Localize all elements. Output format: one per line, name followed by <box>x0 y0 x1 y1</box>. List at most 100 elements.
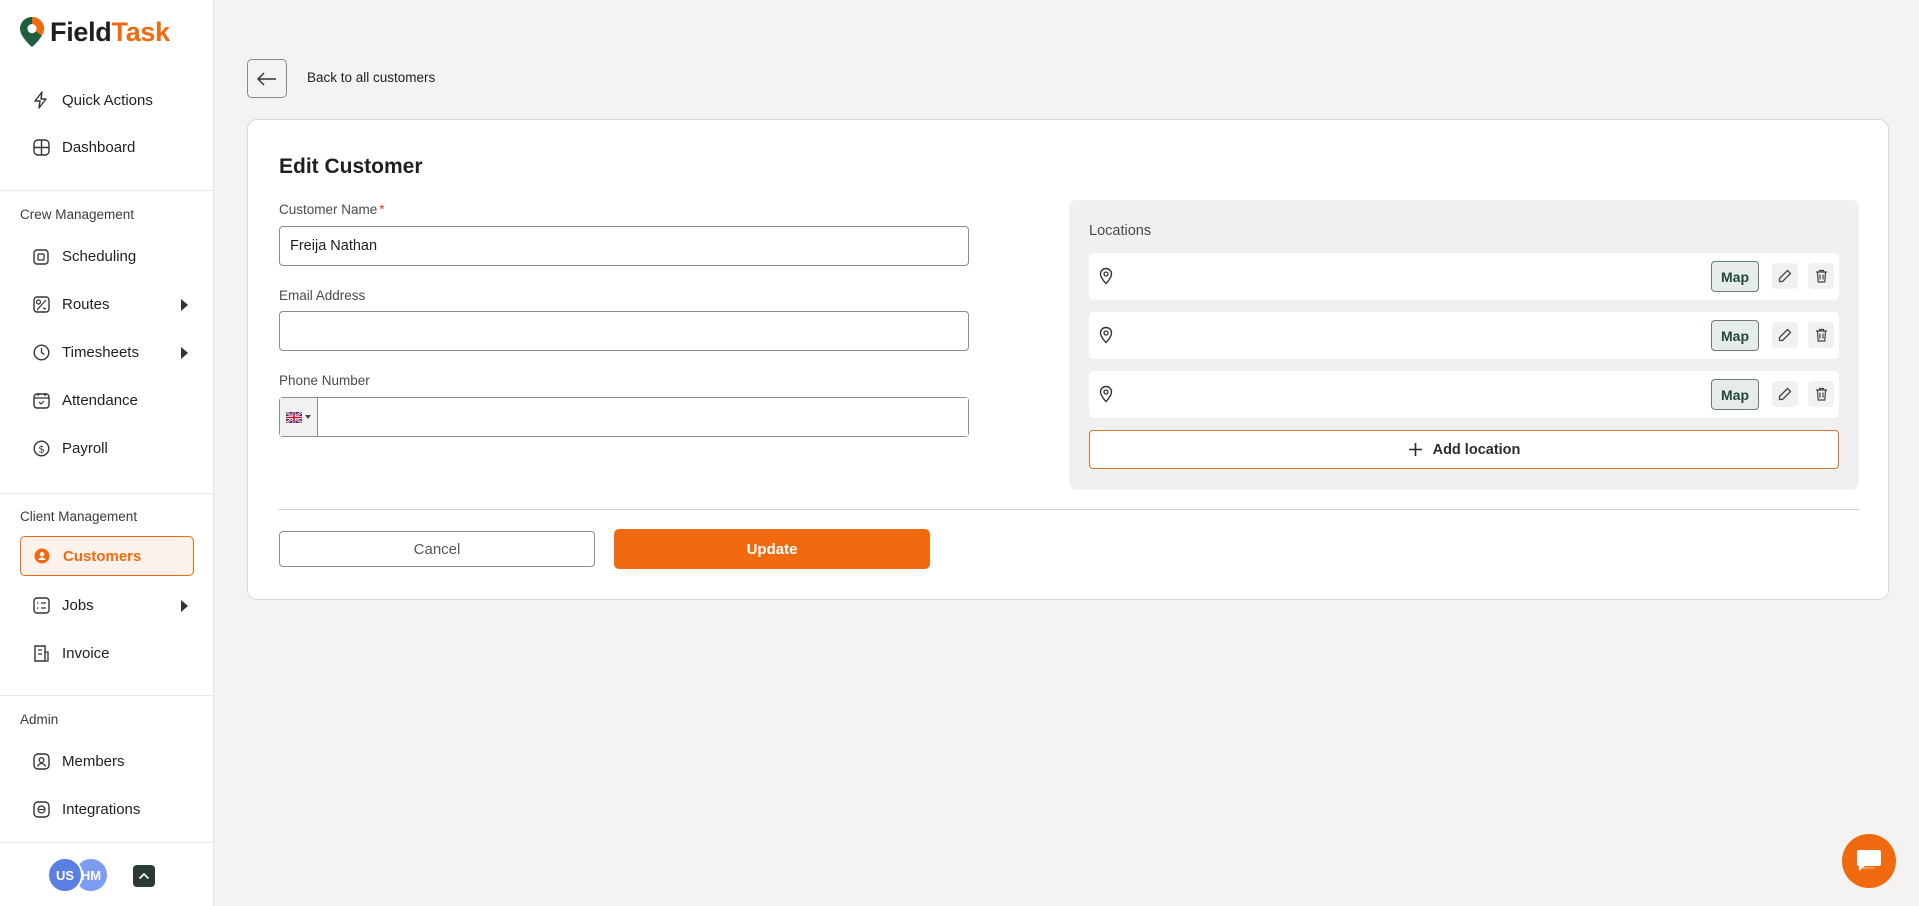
nav-invoice[interactable]: Invoice <box>20 634 194 672</box>
customer-name-input[interactable] <box>279 226 969 266</box>
cancel-button[interactable]: Cancel <box>279 531 595 567</box>
expand-caret-icon[interactable] <box>181 600 188 612</box>
nav-label: Customers <box>63 547 142 565</box>
trash-icon <box>1815 387 1827 401</box>
required-asterisk: * <box>379 202 385 217</box>
nav-label: Integrations <box>62 800 141 818</box>
pencil-icon <box>1778 269 1792 283</box>
dollar-icon: $ <box>32 439 50 457</box>
plus-icon <box>1408 443 1422 456</box>
location-row: Map <box>1089 253 1839 300</box>
edit-location-button[interactable] <box>1772 322 1798 348</box>
map-button[interactable]: Map <box>1711 379 1759 410</box>
nav-timesheets[interactable]: Timesheets <box>20 333 194 371</box>
arrow-left-icon <box>257 71 276 86</box>
integrations-icon <box>32 800 50 818</box>
chat-button[interactable] <box>1842 834 1896 888</box>
caret-down-icon <box>305 415 311 419</box>
map-pin-icon <box>1099 267 1113 285</box>
nav-label: Routes <box>62 295 110 313</box>
nav-label: Jobs <box>62 596 94 614</box>
nav-payroll[interactable]: $ Payroll <box>20 429 194 467</box>
route-icon <box>32 295 50 313</box>
nav-jobs[interactable]: Jobs <box>20 586 194 624</box>
delete-location-button[interactable] <box>1808 381 1834 407</box>
pencil-icon <box>1778 328 1792 342</box>
nav-members[interactable]: Members <box>20 742 194 780</box>
map-pin-icon <box>1099 385 1113 403</box>
phone-input[interactable] <box>318 398 968 436</box>
nav-label: Dashboard <box>62 138 136 156</box>
sidebar-divider <box>0 190 214 191</box>
update-button[interactable]: Update <box>614 529 930 569</box>
logo-text: FieldTask <box>50 16 170 47</box>
sidebar-divider <box>0 493 214 494</box>
sidebar-divider <box>0 695 214 696</box>
add-location-label: Add location <box>1432 441 1521 458</box>
edit-customer-card: Edit Customer Customer Name* Email Addre… <box>247 119 1889 600</box>
nav-label: Quick Actions <box>62 91 153 109</box>
clock-icon <box>32 343 50 361</box>
expand-caret-icon[interactable] <box>181 299 188 311</box>
edit-location-button[interactable] <box>1772 263 1798 289</box>
nav-attendance[interactable]: Attendance <box>20 381 194 419</box>
customer-icon <box>33 547 51 565</box>
map-button[interactable]: Map <box>1711 320 1759 351</box>
delete-location-button[interactable] <box>1808 263 1834 289</box>
checklist-icon <box>32 596 50 614</box>
nav-routes[interactable]: Routes <box>20 285 194 323</box>
nav-scheduling[interactable]: Scheduling <box>20 237 194 275</box>
add-location-button[interactable]: Add location <box>1089 430 1839 469</box>
nav-quick-actions[interactable]: Quick Actions <box>20 81 194 119</box>
trash-icon <box>1815 269 1827 283</box>
nav-label: Invoice <box>62 644 110 662</box>
nav-label: Attendance <box>62 391 138 409</box>
attendance-icon <box>32 391 50 409</box>
member-icon <box>32 752 50 770</box>
locations-panel: Locations Map Map Map Add location <box>1069 200 1859 490</box>
map-button[interactable]: Map <box>1711 261 1759 292</box>
chat-icon <box>1857 850 1881 871</box>
back-button[interactable] <box>247 59 287 98</box>
nav-integrations[interactable]: Integrations <box>20 790 194 828</box>
map-pin-icon <box>1099 326 1113 344</box>
edit-location-button[interactable] <box>1772 381 1798 407</box>
logo[interactable]: FieldTask <box>18 14 170 50</box>
nav-label: Payroll <box>62 439 108 457</box>
expand-caret-icon[interactable] <box>181 347 188 359</box>
page-title: Edit Customer <box>279 155 423 178</box>
section-label-crew: Crew Management <box>20 207 135 222</box>
section-label-client: Client Management <box>20 509 138 524</box>
nav-label: Members <box>62 752 125 770</box>
nav-dashboard[interactable]: Dashboard <box>20 128 194 166</box>
phone-field <box>279 397 969 437</box>
section-label-admin: Admin <box>20 712 59 727</box>
bolt-icon <box>32 91 50 109</box>
nav-label: Timesheets <box>62 343 139 361</box>
delete-location-button[interactable] <box>1808 322 1834 348</box>
location-row: Map <box>1089 371 1839 418</box>
logo-pin-icon <box>18 16 46 48</box>
invoice-icon <box>32 644 50 662</box>
locations-title: Locations <box>1089 223 1152 239</box>
country-selector[interactable] <box>280 398 318 436</box>
avatar[interactable]: US <box>47 857 83 893</box>
uk-flag-icon <box>286 411 302 423</box>
phone-label: Phone Number <box>279 373 370 388</box>
form-divider <box>279 509 1859 510</box>
dashboard-icon <box>32 138 50 156</box>
trash-icon <box>1815 328 1827 342</box>
customer-name-label: Customer Name * <box>279 202 385 217</box>
expand-up-button[interactable] <box>133 865 155 887</box>
avatar-group[interactable]: US HM <box>47 857 109 893</box>
back-link[interactable]: Back to all customers <box>307 70 435 85</box>
nav-customers[interactable]: Customers <box>20 536 194 576</box>
email-input[interactable] <box>279 311 969 351</box>
nav-label: Scheduling <box>62 247 137 265</box>
calendar-icon <box>32 247 50 265</box>
sidebar-divider <box>0 842 214 843</box>
svg-text:$: $ <box>38 444 44 455</box>
sidebar: FieldTask Quick Actions Dashboard Crew M… <box>0 0 214 906</box>
chevron-up-icon <box>138 872 150 880</box>
location-row: Map <box>1089 312 1839 359</box>
